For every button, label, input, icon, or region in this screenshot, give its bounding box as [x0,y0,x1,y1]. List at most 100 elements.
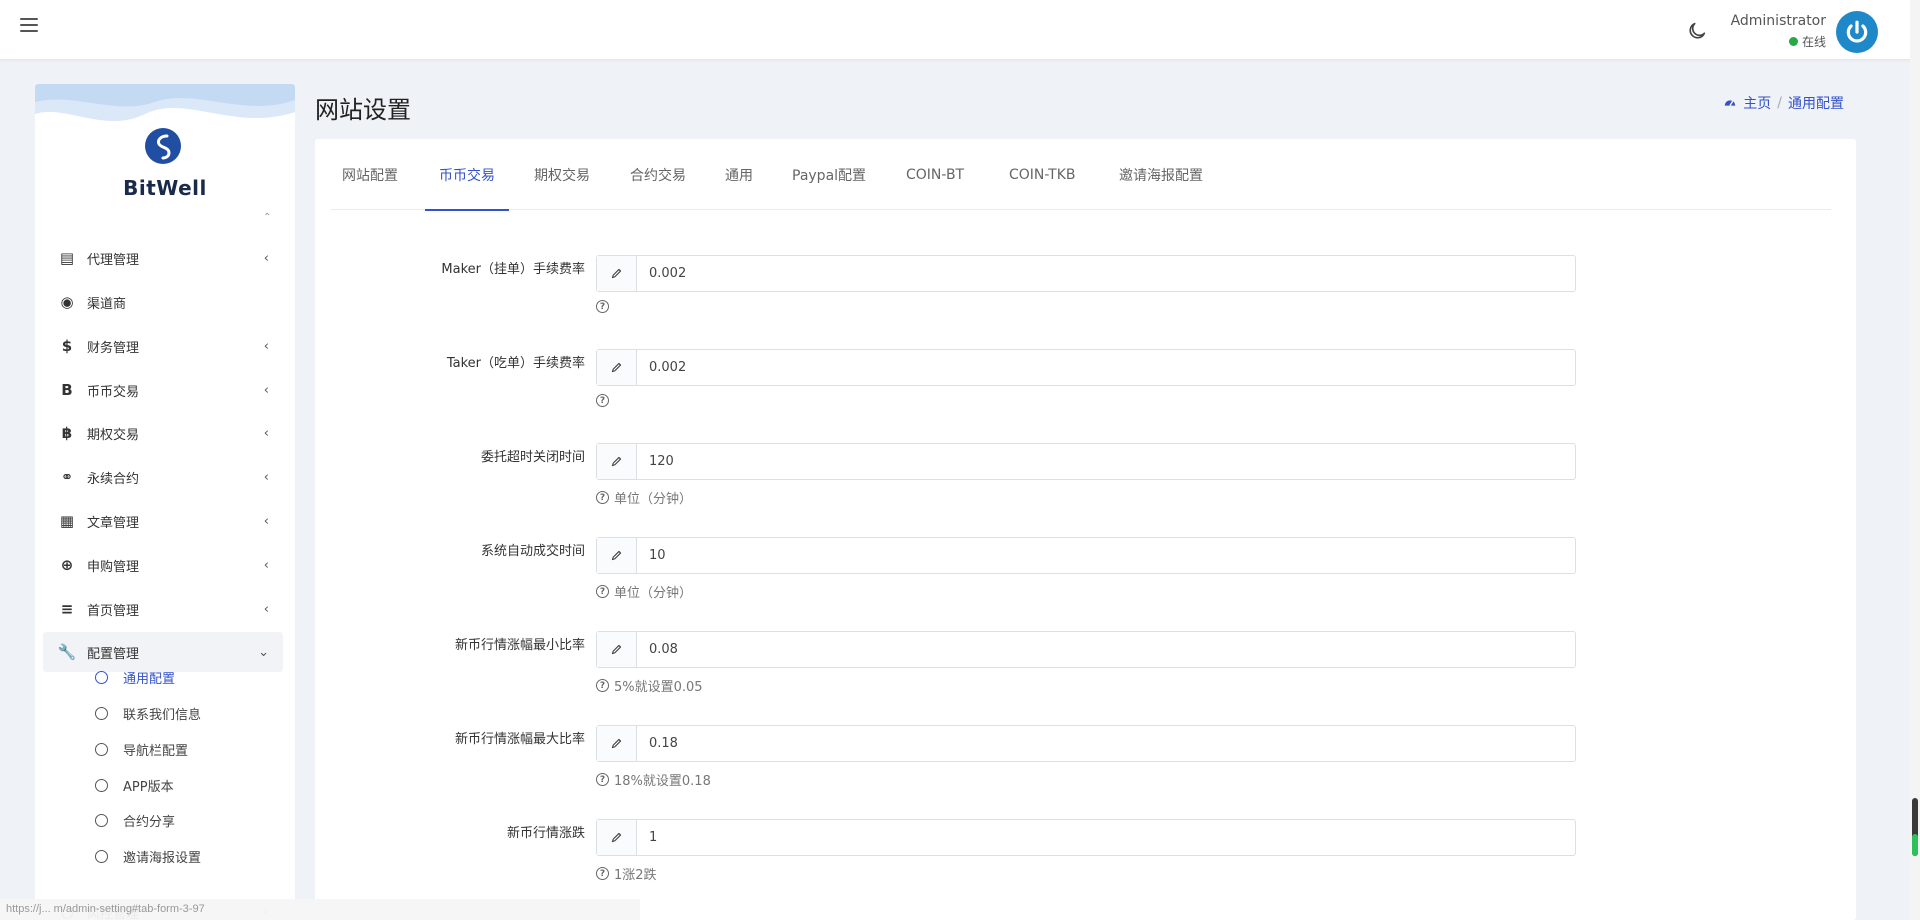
pencil-icon [597,444,637,479]
scroll-up-caret-icon[interactable]: ⌃ [263,212,271,223]
avatar[interactable] [1836,11,1878,53]
bold-b-icon: B [61,381,73,399]
dark-mode-moon-icon[interactable] [1686,20,1708,42]
sidebar-item-4[interactable]: ฿ 期权交易 ‹ [43,413,283,453]
sidebar-subitem-label: 导航栏配置 [123,743,189,759]
field-input-group-4 [596,631,1576,668]
sidebar-item-0[interactable]: ▤ 代理管理 ‹ [43,238,283,278]
circle-outline-icon [95,742,108,756]
field-label-0: Maker（挂单）手续费率 [441,262,585,277]
field-input-group-6 [596,819,1576,856]
scrollbar-thumb-indicator [1912,834,1918,856]
breadcrumb-separator: / [1777,95,1782,111]
field-input-1[interactable] [637,350,1575,385]
user-status: 在线 [1788,33,1826,50]
user-status-label: 在线 [1801,35,1826,49]
sidebar-item-label: 永续合约 [87,471,140,487]
breadcrumb-home-link[interactable]: 主页 [1743,93,1771,113]
question-circle-icon: ? [596,773,609,786]
field-input-3[interactable] [637,538,1575,573]
sidebar-item-label: 财务管理 [87,340,140,356]
top-bar: Administrator 在线 [0,0,1920,60]
chevron-left-icon: ‹ [263,339,269,354]
sidebar-subitem-2[interactable]: 导航栏配置 [95,735,291,763]
sidebar-item-5[interactable]: ⚭ 永续合约 ‹ [43,457,283,497]
tab-8[interactable]: 邀请海报配置 [1119,139,1203,210]
field-input-5[interactable] [637,726,1575,761]
tab-7[interactable]: COIN-TKB [1009,139,1076,210]
link-icon: ⚭ [60,468,74,486]
field-label-6: 新币行情涨跌 [506,826,585,841]
circle-outline-icon [95,778,108,792]
field-input-group-0 [596,255,1576,292]
tab-2[interactable]: 期权交易 [534,139,590,210]
sidebar-item-7[interactable]: ⊕ 申购管理 ‹ [43,545,283,585]
sidebar-item-label: 首页管理 [87,603,140,619]
id-card-icon: ▤ [59,249,75,267]
field-input-group-3 [596,537,1576,574]
user-name[interactable]: Administrator [1731,13,1826,29]
field-label-2: 委托超时关闭时间 [480,450,585,465]
newspaper-icon: ▦ [59,512,75,530]
bitwell-logo-icon [145,128,181,164]
field-input-2[interactable] [637,444,1575,479]
sidebar-item-6[interactable]: ▦ 文章管理 ‹ [43,501,283,541]
field-help-text: 1涨2跌 [614,868,657,883]
field-label-3: 系统自动成交时间 [480,544,585,559]
sidebar-subitem-1[interactable]: 联系我们信息 [95,699,291,727]
field-help-2: ? 单位（分钟） [596,488,692,507]
breadcrumb-current[interactable]: 通用配置 [1788,93,1844,113]
chevron-left-icon: ‹ [263,514,269,529]
sidebar-item-1[interactable]: ◉ 渠道商 [43,282,283,322]
field-input-0[interactable] [637,256,1575,291]
field-label-1: Taker（吃单）手续费率 [446,356,585,371]
tab-0[interactable]: 网站配置 [342,139,398,210]
field-input-group-1 [596,349,1576,386]
logo-text: BitWell [123,176,207,200]
field-help-4: ? 5%就设置0.05 [596,676,703,695]
sidebar-item-3[interactable]: B 币币交易 ‹ [43,370,283,410]
sidebar-subitem-label: 邀请海报设置 [123,850,202,866]
sidebar-subitem-4[interactable]: 合约分享 [95,806,291,834]
sidebar-item-label: 期权交易 [87,427,140,443]
sidebar-subitem-3[interactable]: APP版本 [95,771,291,799]
page-title: 网站设置 [315,96,411,124]
lifebuoy-icon: ⊕ [60,556,74,574]
field-help-text: 单位（分钟） [614,586,693,601]
sidebar-subitem-label: 联系我们信息 [123,707,202,723]
chevron-left-icon: ‹ [263,426,269,441]
tab-4[interactable]: 通用 [725,139,753,210]
question-circle-icon: ? [596,679,609,692]
field-input-4[interactable] [637,632,1575,667]
sidebar-item-label: 文章管理 [87,515,140,531]
circle-outline-icon [95,706,108,720]
list-icon: ≡ [60,600,74,618]
sidebar-subitem-0[interactable]: 通用配置 [95,663,291,691]
pencil-icon [597,632,637,667]
chevron-left-icon: ‹ [263,251,269,266]
tab-1[interactable]: 币币交易 [425,139,509,211]
pencil-icon [597,820,637,855]
chevron-down-icon: ⌄ [258,645,269,660]
tab-5[interactable]: Paypal配置 [792,139,866,210]
sidebar-item-8[interactable]: ≡ 首页管理 ‹ [43,589,283,629]
sidebar-subitem-5[interactable]: 邀请海报设置 [95,842,291,870]
field-help-text: 5%就设置0.05 [614,680,703,695]
field-input-6[interactable] [637,820,1575,855]
dashboard-icon [1725,100,1736,106]
sidebar-item-2[interactable]: $ 财务管理 ‹ [43,326,283,366]
field-help-text: 18%就设置0.18 [614,774,711,789]
question-circle-icon: ? [596,394,609,407]
tab-3[interactable]: 合约交易 [630,139,686,210]
menu-toggle-icon[interactable] [20,18,38,38]
tab-6[interactable]: COIN-BT [906,139,964,210]
circle-outline-icon [95,849,108,863]
field-help-text: 单位（分钟） [614,492,693,507]
logo-wave-decoration [35,84,295,122]
field-label-4: 新币行情涨幅最小比率 [454,638,585,653]
page-scrollbar[interactable] [1910,0,1920,920]
breadcrumb: 主页 / 通用配置 [1723,93,1844,113]
field-input-group-2 [596,443,1576,480]
sidebar-subitem-label: APP版本 [123,779,174,795]
question-circle-icon: ? [596,585,609,598]
